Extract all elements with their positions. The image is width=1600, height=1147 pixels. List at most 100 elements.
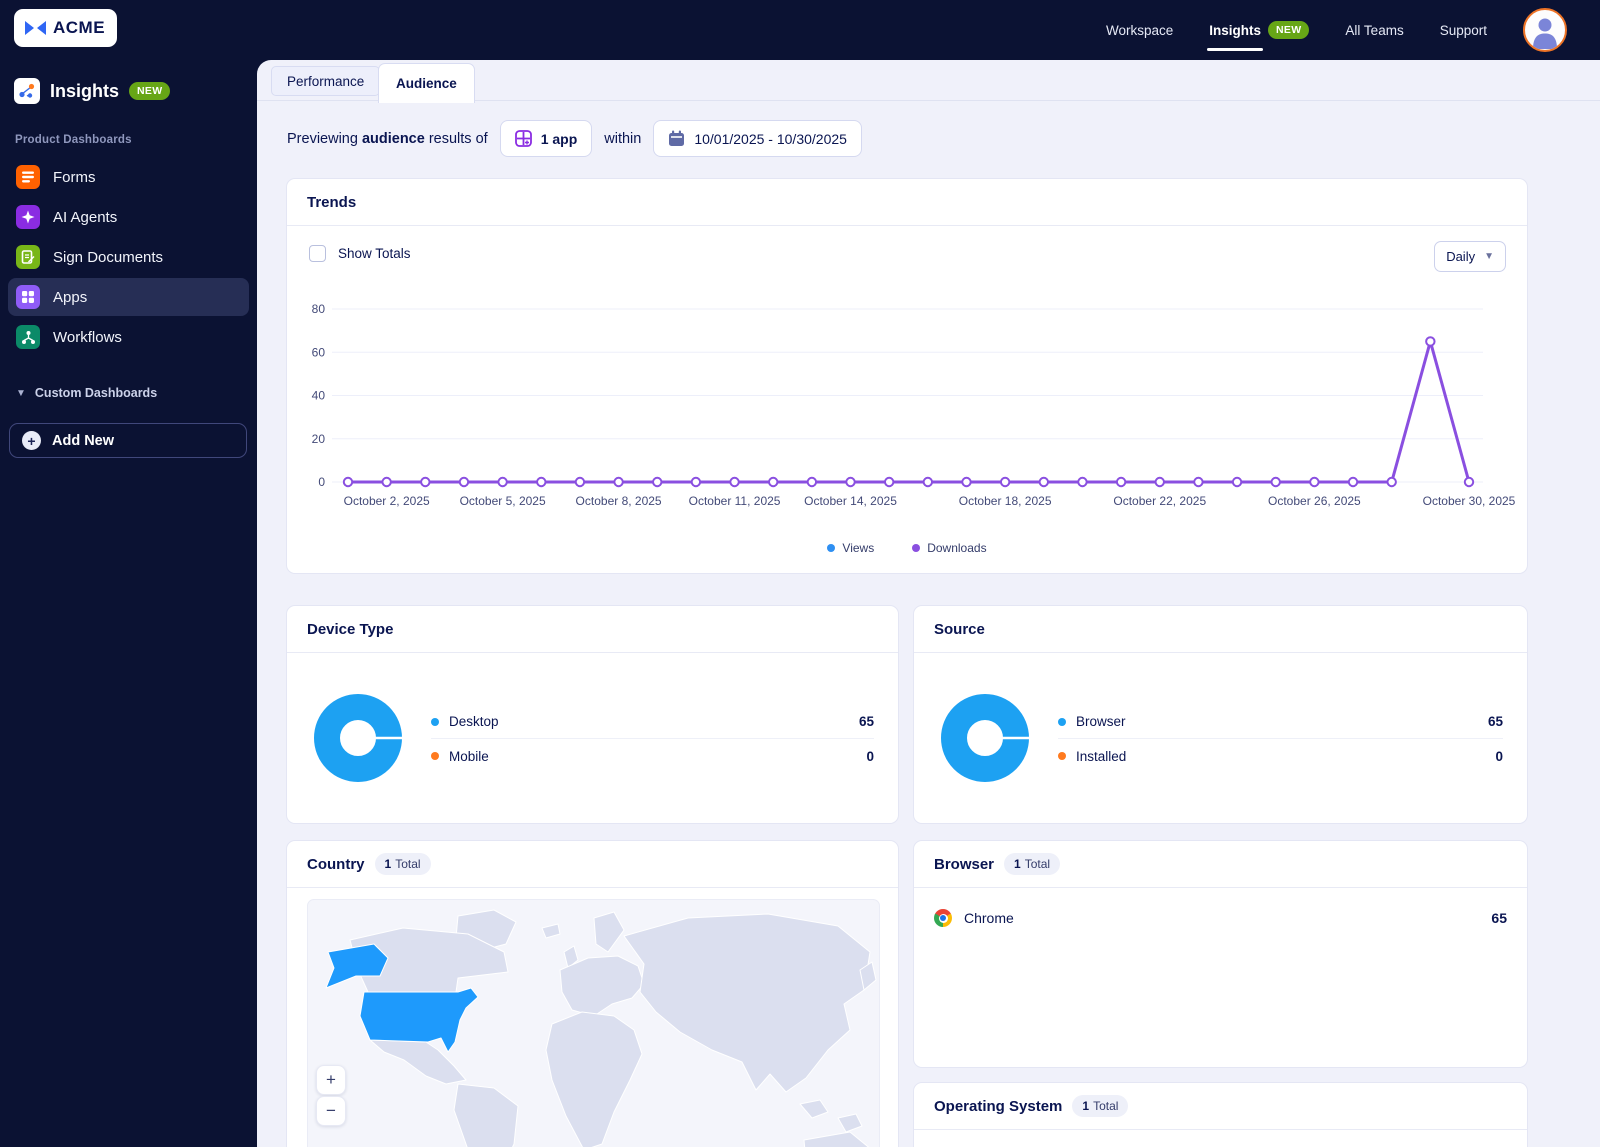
legend-downloads[interactable]: Downloads (912, 541, 987, 555)
svg-text:October 11, 2025: October 11, 2025 (689, 494, 781, 508)
within-label: within (604, 130, 642, 147)
device-type-title: Device Type (307, 620, 394, 638)
mobile-dot (431, 752, 439, 760)
calendar-icon (669, 130, 685, 146)
source-title: Source (934, 620, 985, 638)
show-totals-label: Show Totals (338, 246, 411, 261)
os-total-badge: 1 Total (1072, 1095, 1129, 1117)
browser-header: Browser 1 Total (914, 841, 1527, 888)
device-type-header: Device Type (287, 606, 898, 653)
source-donut-chart (941, 694, 1029, 782)
sidebar-item-apps[interactable]: Apps (8, 278, 249, 316)
device-type-card: Device Type Desktop 65 Mobile 0 (286, 605, 899, 824)
svg-text:October 5, 2025: October 5, 2025 (460, 494, 546, 508)
chevron-down-icon: ▼ (16, 387, 26, 399)
custom-dashboards-toggle[interactable]: ▼ Custom Dashboards (16, 386, 157, 400)
tab-audience[interactable]: Audience (378, 63, 475, 103)
country-title: Country (307, 855, 365, 873)
svg-text:October 26, 2025: October 26, 2025 (1268, 494, 1361, 508)
forms-icon (16, 165, 40, 189)
sidebar-items: Forms AI Agents Sign Documents Apps Work… (8, 158, 249, 358)
nav-workspace[interactable]: Workspace (1106, 23, 1173, 38)
top-bar: ACME Workspace Insights NEW All Teams Su… (0, 0, 1600, 60)
sidebar-new-badge: NEW (129, 82, 171, 100)
acme-logo-icon (25, 21, 46, 35)
nav-all-teams[interactable]: All Teams (1345, 23, 1403, 38)
legend-row-mobile: Mobile 0 (431, 739, 874, 773)
date-range-button[interactable]: 10/01/2025 - 10/30/2025 (653, 120, 862, 157)
source-legend: Browser 65 Installed 0 (1058, 705, 1503, 773)
app-filter-button[interactable]: 1 app (499, 120, 593, 157)
map-zoom-out-button[interactable]: − (316, 1096, 346, 1126)
svg-text:October 22, 2025: October 22, 2025 (1113, 494, 1206, 508)
top-navigation: Workspace Insights NEW All Teams Support (1106, 0, 1567, 60)
sign-documents-icon (16, 245, 40, 269)
trends-card-header: Trends (287, 179, 1527, 226)
acme-logo[interactable]: ACME (14, 9, 118, 47)
svg-text:October 30, 2025: October 30, 2025 (1423, 494, 1516, 508)
user-avatar[interactable] (1523, 8, 1567, 52)
nav-insights[interactable]: Insights NEW (1207, 21, 1310, 51)
legend-views[interactable]: Views (827, 541, 874, 555)
show-totals-checkbox[interactable] (309, 245, 326, 262)
tab-performance[interactable]: Performance (271, 66, 381, 96)
sidebar-section-label: Product Dashboards (15, 134, 132, 146)
insights-new-badge: NEW (1268, 21, 1310, 39)
country-card: Country 1 Total + − (286, 840, 899, 1147)
world-map-svg (325, 909, 877, 1147)
device-type-legend: Desktop 65 Mobile 0 (431, 705, 874, 773)
downloads-dot (912, 544, 921, 552)
installed-dot (1058, 752, 1066, 760)
browser-dot (1058, 717, 1066, 726)
sidebar-item-sign-documents[interactable]: Sign Documents (8, 238, 249, 276)
sidebar-item-ai-agents[interactable]: AI Agents (8, 198, 249, 236)
country-header: Country 1 Total (287, 841, 898, 888)
sidebar-item-label: Sign Documents (53, 248, 164, 266)
ai-agents-icon (16, 205, 40, 229)
trends-title: Trends (307, 193, 357, 211)
country-total-badge: 1 Total (374, 853, 431, 875)
trends-card: Trends Show Totals Daily ▼ 0 20 40 60 80 Octo… (286, 178, 1528, 574)
browser-card: Browser 1 Total Chrome 65 (913, 840, 1528, 1068)
views-dot (827, 544, 836, 552)
sidebar-item-workflows[interactable]: Workflows (8, 318, 249, 356)
source-card: Source Browser 65 Installed 0 (913, 605, 1528, 824)
os-header: Operating System 1 Total (914, 1083, 1527, 1130)
trends-legend: Views Downloads (287, 541, 1527, 555)
svg-text:60: 60 (312, 345, 326, 359)
main-content: Performance Audience Previewing audience… (257, 60, 1600, 1147)
apps-grid-icon (514, 130, 532, 147)
operating-system-card: Operating System 1 Total (913, 1082, 1528, 1147)
legend-row-installed: Installed 0 (1058, 739, 1503, 773)
sidebar-item-label: Workflows (53, 328, 122, 346)
show-totals-control[interactable]: Show Totals (309, 245, 411, 262)
chevron-down-icon: ▼ (1484, 251, 1494, 262)
sidebar: Insights NEW Product Dashboards Forms AI… (0, 60, 257, 1147)
person-icon (1533, 18, 1557, 49)
svg-text:80: 80 (312, 302, 326, 316)
os-title: Operating System (934, 1097, 1063, 1115)
legend-row-browser: Browser 65 (1058, 705, 1503, 739)
svg-text:40: 40 (312, 389, 326, 403)
browser-row-chrome: Chrome 65 (934, 898, 1507, 938)
world-map[interactable]: + − (307, 899, 880, 1147)
nav-support[interactable]: Support (1440, 23, 1487, 38)
tab-bar: Performance Audience (257, 60, 1600, 103)
interval-dropdown[interactable]: Daily ▼ (1434, 241, 1506, 272)
preview-text: Previewing audience results of (287, 130, 488, 147)
svg-text:October 8, 2025: October 8, 2025 (576, 494, 662, 508)
sidebar-app-title: Insights (50, 80, 120, 101)
trends-line-chart: 0 20 40 60 80 October 2, 2025 October 5, 2025 O… (312, 302, 1516, 508)
plus-icon: + (22, 431, 41, 450)
sidebar-item-forms[interactable]: Forms (8, 158, 249, 196)
sidebar-item-label: Forms (53, 168, 96, 186)
browser-title: Browser (934, 855, 995, 873)
sidebar-app-title-row: Insights NEW (14, 78, 171, 104)
preview-bar: Previewing audience results of 1 app wit… (287, 120, 862, 157)
add-new-button[interactable]: + Add New (9, 423, 247, 458)
svg-text:October 2, 2025: October 2, 2025 (344, 494, 430, 508)
insights-app-icon (14, 78, 40, 104)
map-zoom-in-button[interactable]: + (316, 1065, 346, 1095)
logo-text: ACME (53, 18, 106, 37)
sidebar-item-label: AI Agents (53, 208, 118, 226)
